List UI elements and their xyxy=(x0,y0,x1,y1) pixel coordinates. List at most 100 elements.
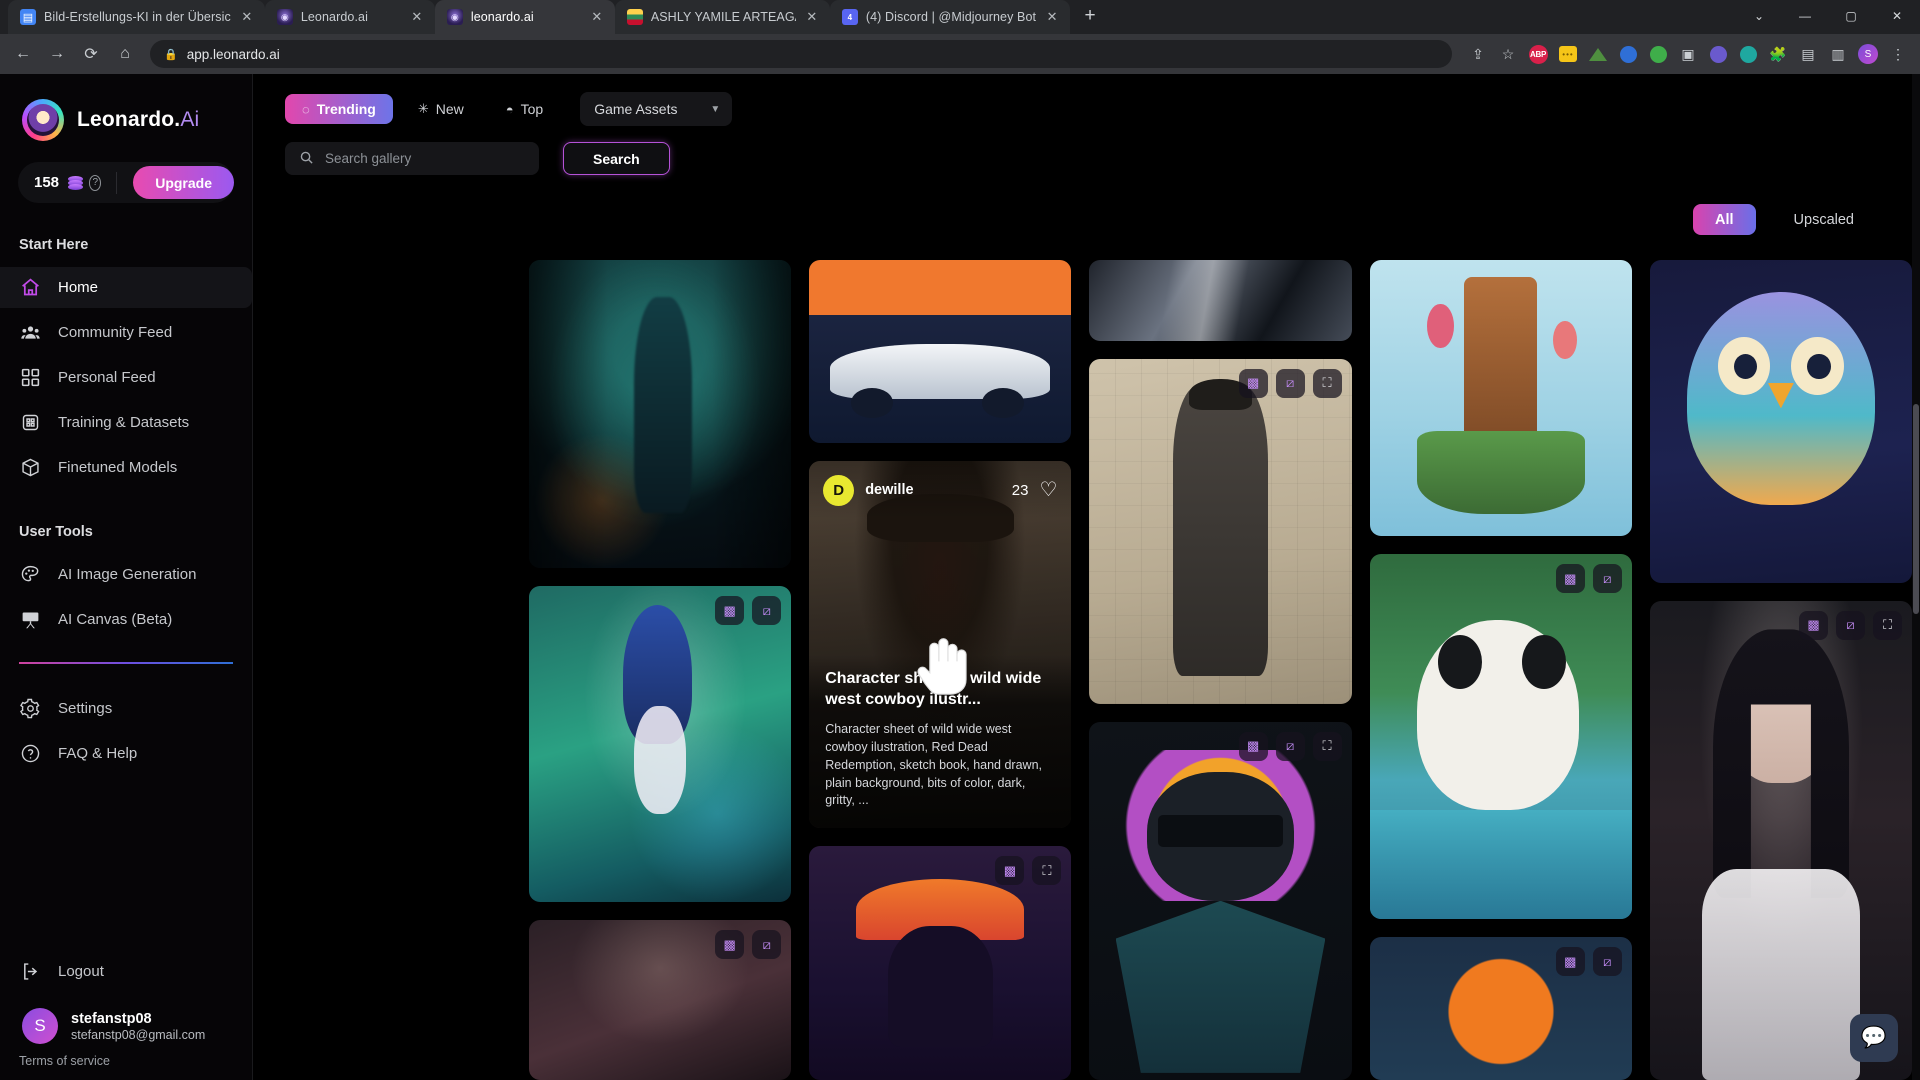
fullscreen-icon[interactable]: ⛶ xyxy=(1873,610,1903,640)
gallery-card-isometric-lighthouse-tower[interactable] xyxy=(1369,260,1632,537)
sidebar-item-ai-canvas[interactable]: AI Canvas (Beta) xyxy=(0,599,252,640)
gallery-card-colorful-owl-portrait[interactable] xyxy=(1649,260,1912,583)
gallery-card-panda-fishing-river[interactable]: ▩ ⧄ xyxy=(1369,554,1632,920)
variation-icon[interactable]: ⧄ xyxy=(1836,610,1866,640)
yellow-extension-icon[interactable]: ••• xyxy=(1554,40,1582,68)
fullscreen-icon[interactable]: ⛶ xyxy=(1032,856,1062,886)
terms-of-service-link[interactable]: Terms of service xyxy=(0,1044,252,1068)
variation-icon[interactable]: ⧄ xyxy=(1592,564,1622,594)
gallery-card-white-dress-dark-hair-woman[interactable]: ▩ ⧄ ⛶ xyxy=(1649,600,1912,1080)
green-triangle-icon[interactable] xyxy=(1584,40,1612,68)
upgrade-button[interactable]: Upgrade xyxy=(133,166,234,199)
browser-tab[interactable]: Leonardo.ai ✕ xyxy=(264,0,435,34)
variation-icon[interactable]: ⧄ xyxy=(1592,947,1622,977)
browser-tab[interactable]: Bild-Erstellungs-KI in der Übersic ✕ xyxy=(8,0,265,34)
sidebar-item-settings[interactable]: Settings xyxy=(0,688,252,729)
remix-icon[interactable]: ▩ xyxy=(1238,368,1268,398)
back-icon[interactable]: ← xyxy=(8,39,38,69)
gallery-card-metallic-abstract-swirl[interactable] xyxy=(1089,260,1352,341)
close-icon[interactable]: ✕ xyxy=(239,9,255,25)
share-icon[interactable]: ⇪ xyxy=(1464,40,1492,68)
gallery-card-cowboy-character-sheet[interactable]: D dewille 23 ♡ Character sheet of wild w… xyxy=(809,461,1072,829)
reload-icon[interactable]: ⟳ xyxy=(76,39,106,69)
sidebar-item-personal-feed[interactable]: Personal Feed xyxy=(0,357,252,398)
close-icon[interactable]: ✕ xyxy=(409,9,425,25)
page-scrollbar[interactable] xyxy=(1912,74,1920,1080)
gallery-card-orange-sunset-birds[interactable]: ▩ ⧄ xyxy=(1369,937,1632,1080)
sidebar-item-community-feed[interactable]: Community Feed xyxy=(0,312,252,353)
new-tab-button[interactable]: + xyxy=(1076,3,1104,31)
remix-icon[interactable]: ▩ xyxy=(995,856,1025,886)
menu-icon[interactable]: ⋮ xyxy=(1884,40,1912,68)
maximize-icon[interactable]: ▢ xyxy=(1828,0,1874,32)
minimize-icon[interactable]: — xyxy=(1782,0,1828,32)
blue-extension-icon[interactable] xyxy=(1644,40,1672,68)
reading-list-icon[interactable]: ▤ xyxy=(1794,40,1822,68)
remix-icon[interactable]: ▩ xyxy=(1799,610,1829,640)
card-author[interactable]: dewille xyxy=(865,482,913,498)
easel-icon xyxy=(19,608,42,631)
heart-icon[interactable]: ♡ xyxy=(1039,480,1057,500)
variation-icon[interactable]: ⧄ xyxy=(1275,731,1305,761)
sidebar-item-ai-image-generation[interactable]: AI Image Generation xyxy=(0,554,252,595)
remix-icon[interactable]: ▩ xyxy=(1555,564,1585,594)
fullscreen-icon[interactable]: ⛶ xyxy=(1312,368,1342,398)
tab-top[interactable]: ◓ Top xyxy=(489,94,560,124)
camera-icon[interactable]: ▣ xyxy=(1674,40,1702,68)
tab-trending[interactable]: ◌ Trending xyxy=(285,94,393,124)
close-icon[interactable]: ✕ xyxy=(589,9,605,25)
toggle-all[interactable]: All xyxy=(1693,204,1756,235)
remix-icon[interactable]: ▩ xyxy=(715,596,745,625)
profile-avatar-icon[interactable]: S xyxy=(1854,40,1882,68)
adblock-plus-icon[interactable]: ABP xyxy=(1524,40,1552,68)
close-icon[interactable]: ✕ xyxy=(1874,0,1920,32)
scrollbar-thumb[interactable] xyxy=(1913,404,1919,614)
search-input[interactable] xyxy=(325,151,525,166)
toggle-upscaled[interactable]: Upscaled xyxy=(1772,204,1876,235)
brand[interactable]: Leonardo.Ai xyxy=(0,74,252,141)
search-button[interactable]: Search xyxy=(563,142,670,175)
user-profile[interactable]: S stefanstp08 stefanstp08@gmail.com xyxy=(0,994,252,1044)
sidebar-item-training-datasets[interactable]: Training & Datasets xyxy=(0,402,252,443)
gallery-card-anime-girls-trio[interactable]: ▩ ⧄ xyxy=(529,920,792,1080)
sidepanel-icon[interactable]: ▥ xyxy=(1824,40,1852,68)
remix-icon[interactable]: ▩ xyxy=(1555,947,1585,977)
close-icon[interactable]: ✕ xyxy=(1044,9,1060,25)
like-group[interactable]: 23 ♡ xyxy=(1012,480,1058,500)
gallery-card-dark-mech-warrior[interactable] xyxy=(529,260,792,568)
gallery-card-bear-sunglasses-jacket[interactable]: ▩ ⧄ ⛶ xyxy=(1089,721,1352,1080)
question-mark-icon[interactable]: ? xyxy=(88,174,102,191)
gallery-card-victorian-detective-sheet[interactable]: ▩ ⧄ ⛶ xyxy=(1089,358,1352,704)
logout-button[interactable]: Logout xyxy=(0,951,252,992)
sidebar-item-home[interactable]: Home xyxy=(0,267,252,308)
remix-icon[interactable]: ▩ xyxy=(715,930,745,959)
variation-icon[interactable]: ⧄ xyxy=(752,930,782,959)
forward-icon[interactable]: → xyxy=(42,39,72,69)
sidebar-item-finetuned-models[interactable]: Finetuned Models xyxy=(0,447,252,488)
bookmark-star-icon[interactable]: ☆ xyxy=(1494,40,1522,68)
variation-icon[interactable]: ⧄ xyxy=(1275,368,1305,398)
remix-icon[interactable]: ▩ xyxy=(1238,731,1268,761)
gallery-card-neon-cat-landscape[interactable]: ▩ ⛶ xyxy=(809,846,1072,1080)
variation-icon[interactable]: ⧄ xyxy=(752,596,782,625)
category-select[interactable]: Game Assets ▼ xyxy=(580,92,733,126)
search-box[interactable] xyxy=(285,142,539,175)
gallery-card-anime-blue-hair-warrior[interactable]: ▩ ⧄ xyxy=(529,586,792,902)
browser-tab[interactable]: ASHLY YAMILE ARTEAGA BLANQ ✕ xyxy=(614,0,830,34)
purple-extension-icon[interactable] xyxy=(1704,40,1732,68)
chevron-down-icon[interactable]: ⌄ xyxy=(1736,0,1782,32)
download-icon[interactable] xyxy=(1614,40,1642,68)
sidebar-item-faq-help[interactable]: FAQ & Help xyxy=(0,733,252,774)
puzzle-extension-icon[interactable]: 🧩 xyxy=(1764,40,1792,68)
fullscreen-icon[interactable]: ⛶ xyxy=(1312,731,1342,761)
gallery-card-retro-white-sportscar[interactable] xyxy=(809,260,1072,444)
address-bar[interactable]: 🔒 app.leonardo.ai xyxy=(150,40,1452,68)
teal-extension-icon[interactable] xyxy=(1734,40,1762,68)
browser-tab[interactable]: (4) Discord | @Midjourney Bot ✕ xyxy=(829,0,1071,34)
browser-tab-active[interactable]: leonardo.ai ✕ xyxy=(434,0,615,34)
chat-bubble-icon[interactable]: 💬 xyxy=(1850,1014,1898,1062)
close-icon[interactable]: ✕ xyxy=(804,9,820,25)
card-hover-icons: ▩ ⧄ ⛶ xyxy=(1799,610,1903,640)
home-icon[interactable]: ⌂ xyxy=(110,39,140,69)
tab-new[interactable]: ✳ New xyxy=(401,94,481,124)
